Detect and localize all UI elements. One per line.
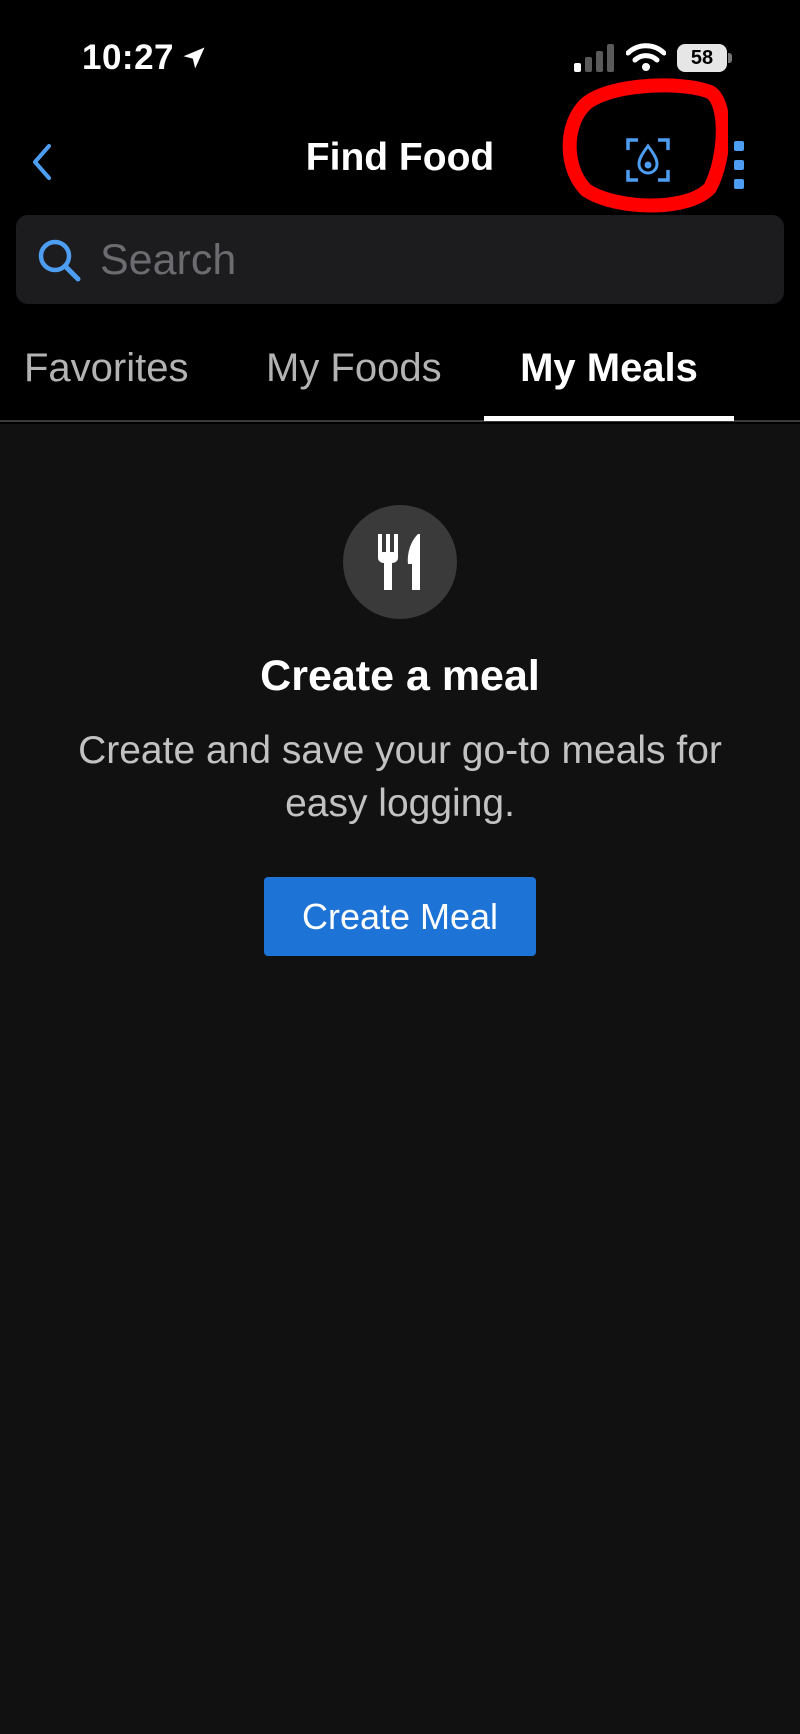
search-icon — [38, 239, 81, 282]
status-bar: 10:27 58 — [0, 0, 800, 118]
search-bar[interactable] — [16, 215, 784, 304]
empty-state-description: Create and save your go-to meals for eas… — [78, 729, 722, 825]
tab-bar: Favorites My Foods My Meals — [0, 330, 800, 422]
nav-bar: Find Food — [0, 118, 800, 214]
page-title: Find Food — [305, 136, 495, 179]
tab-favorites[interactable]: Favorites — [24, 346, 189, 391]
meal-scan-icon — [626, 138, 670, 182]
status-time: 10:27 — [82, 38, 175, 77]
battery-cap — [728, 53, 732, 63]
fork-knife-icon — [378, 534, 420, 590]
wifi-icon — [626, 43, 666, 71]
my-meals-content: Create a meal Create and save your go-to… — [0, 424, 800, 1734]
tab-my-foods[interactable]: My Foods — [266, 346, 442, 391]
more-dot — [734, 141, 744, 151]
empty-state-title: Create a meal — [260, 652, 540, 700]
battery-icon: 58 — [677, 44, 732, 72]
search-input[interactable] — [100, 225, 760, 295]
cellular-signal-icon — [574, 44, 614, 72]
more-dot — [734, 160, 744, 170]
battery-level: 58 — [677, 44, 727, 72]
more-dot — [734, 179, 744, 189]
meal-icon-circle — [343, 505, 457, 619]
create-meal-button[interactable]: Create Meal — [264, 877, 536, 956]
location-arrow-icon — [183, 47, 205, 69]
active-tab-indicator — [484, 416, 734, 421]
meal-scan-button[interactable] — [618, 130, 678, 190]
more-options-button[interactable] — [726, 130, 752, 200]
